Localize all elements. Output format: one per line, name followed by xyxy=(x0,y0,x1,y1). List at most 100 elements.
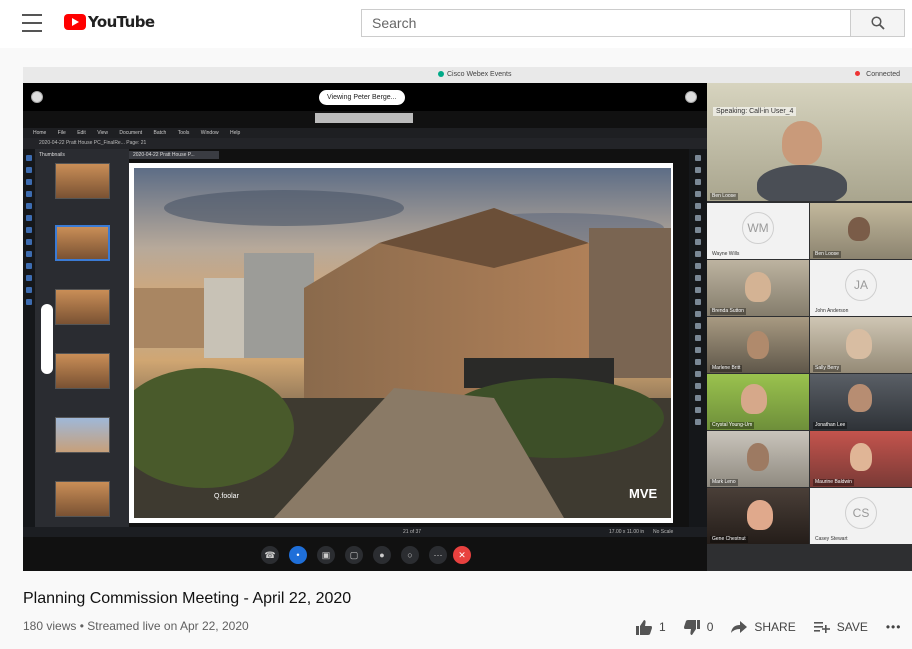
page-thumbnail[interactable] xyxy=(55,163,110,199)
video-player[interactable]: Cisco Webex Events Connected Viewing Pet… xyxy=(23,67,912,571)
speaker-body xyxy=(757,165,847,201)
menu-edit[interactable]: Edit xyxy=(77,128,86,138)
speaking-name: Call-in User_4 xyxy=(749,108,794,115)
more-actions-icon[interactable]: ••• xyxy=(886,620,902,634)
page-thumbnail[interactable] xyxy=(55,417,110,453)
settings-icon[interactable] xyxy=(31,91,43,103)
page-thumbnail[interactable] xyxy=(55,481,110,517)
fullscreen-icon[interactable] xyxy=(685,91,697,103)
menu-file[interactable]: File xyxy=(58,128,66,138)
leave-meeting-icon[interactable]: ✕ xyxy=(453,546,471,564)
zoom-pill[interactable] xyxy=(41,304,53,374)
video-actions: 1 0 SHARE SAVE ••• xyxy=(636,618,901,636)
share-toolbar: Viewing Peter Berge... xyxy=(23,83,707,111)
like-button[interactable]: 1 xyxy=(636,619,666,635)
participant-tile[interactable]: Mark Leno xyxy=(707,431,809,487)
menu-batch[interactable]: Batch xyxy=(154,128,167,138)
more-options-icon[interactable]: ⋯ xyxy=(429,546,447,564)
search-input[interactable]: Search xyxy=(361,9,851,37)
search-button[interactable] xyxy=(851,9,905,37)
participant-name: Ben Loose xyxy=(813,251,841,258)
youtube-header: YouTube Search xyxy=(0,0,912,48)
meeting-controls: ☎ • ▣ ▢ ● ○ ⋯ ✕ xyxy=(23,537,707,571)
participant-tile[interactable]: JA John Anderson xyxy=(810,260,912,316)
page-thumbnail-selected[interactable] xyxy=(55,225,110,261)
participant-name: Crystal Young-Um xyxy=(710,422,755,429)
dislike-count: 0 xyxy=(706,620,714,634)
building-rendering-image xyxy=(134,168,671,518)
right-toolbar xyxy=(689,149,707,527)
speaker-face xyxy=(782,121,822,165)
logo-text: YouTube xyxy=(88,13,155,31)
share-screen-icon[interactable]: ▢ xyxy=(345,546,363,564)
app-menubar: Home File Edit View Document Batch Tools… xyxy=(23,128,707,138)
webex-titlebar: Cisco Webex Events Connected xyxy=(23,67,912,83)
participant-tile[interactable]: Brenda Sutton xyxy=(707,260,809,316)
search-icon xyxy=(870,16,885,30)
participant-tile[interactable]: Jonathan Lee xyxy=(810,374,912,430)
document-path: 2020-04-22 Pratt House PC_FinalRe... Pag… xyxy=(23,138,707,149)
viewing-pill[interactable]: Viewing Peter Berge... xyxy=(319,90,405,105)
participant-name: Mark Leno xyxy=(710,479,738,486)
participant-tile[interactable]: WM Wayne Wills xyxy=(707,203,809,259)
video-icon[interactable]: ▣ xyxy=(317,546,335,564)
dislike-button[interactable]: 0 xyxy=(683,619,714,635)
participant-initials: CS xyxy=(845,497,877,530)
presenter-banner xyxy=(315,113,413,123)
participant-name: Casey Stewart xyxy=(815,536,848,542)
audio-icon[interactable]: • xyxy=(289,546,307,564)
document-tab[interactable]: 2020-04-22 Pratt House P... xyxy=(129,151,219,159)
participant-tile[interactable]: Sally Berry xyxy=(810,317,912,373)
participant-tile[interactable]: Marlene Britt xyxy=(707,317,809,373)
chat-icon[interactable]: ○ xyxy=(401,546,419,564)
menu-home[interactable]: Home xyxy=(33,128,46,138)
page-thumbnail[interactable] xyxy=(55,353,110,389)
participant-name: Maurine Baldwin xyxy=(813,479,854,486)
render-credit: Q.foolar xyxy=(214,493,239,500)
connection-status: Connected xyxy=(866,71,900,78)
left-toolbar xyxy=(23,149,35,527)
save-label: SAVE xyxy=(836,620,868,634)
participant-grid: Speaking: Call-in User_4 Ben Loose WM Wa… xyxy=(707,83,912,571)
page-number[interactable]: 21 of 37 xyxy=(403,529,421,535)
page-thumbnail[interactable] xyxy=(55,289,110,325)
participant-tile[interactable]: Crystal Young-Um xyxy=(707,374,809,430)
recording-dot-icon xyxy=(855,71,861,76)
participant-name: John Anderson xyxy=(815,308,849,314)
participant-name: Ben Loose xyxy=(710,193,738,200)
menu-tools[interactable]: Tools xyxy=(178,128,190,138)
participant-tile[interactable]: Gene Chestnut xyxy=(707,488,809,544)
participants-icon[interactable]: ● xyxy=(373,546,391,564)
menu-help[interactable]: Help xyxy=(230,128,240,138)
participant-tile[interactable]: Maurine Baldwin xyxy=(810,431,912,487)
thumbnails-panel: Thumbnails xyxy=(35,149,129,527)
participant-name: Wayne Wills xyxy=(712,251,740,257)
menu-icon[interactable] xyxy=(22,14,42,32)
menu-document[interactable]: Document xyxy=(119,128,142,138)
share-arrow-icon xyxy=(731,621,748,633)
speaking-label: Speaking: xyxy=(716,108,748,115)
menu-view[interactable]: View xyxy=(97,128,108,138)
video-title: Planning Commission Meeting - April 22, … xyxy=(23,590,352,607)
render-brand-logo: MVE xyxy=(629,486,658,501)
participant-initials: WM xyxy=(742,212,774,245)
thumbs-up-icon xyxy=(636,619,652,635)
participant-tile[interactable]: Ben Loose xyxy=(810,203,912,259)
youtube-play-icon xyxy=(64,14,86,30)
participant-name: Jonathan Lee xyxy=(813,422,848,429)
thumbs-down-icon xyxy=(683,619,700,635)
phone-icon[interactable]: ☎ xyxy=(261,546,279,564)
participant-tile[interactable]: CS Casey Stewart xyxy=(810,488,912,544)
menu-window[interactable]: Window xyxy=(201,128,219,138)
playlist-add-icon xyxy=(813,622,830,633)
document-statusbar: 21 of 37 17.00 x 11.00 in No Scale xyxy=(23,527,707,537)
thumbnails-label: Thumbnails xyxy=(39,152,65,158)
participant-initials: JA xyxy=(845,269,877,302)
youtube-logo[interactable]: YouTube xyxy=(64,13,155,31)
save-button[interactable]: SAVE xyxy=(813,620,868,634)
participant-name: Marlene Britt xyxy=(710,365,743,372)
active-speaker-tile: Speaking: Call-in User_4 Ben Loose xyxy=(707,83,912,201)
document-page: MVE Q.foolar xyxy=(129,163,673,523)
participant-name: Sally Berry xyxy=(813,365,842,372)
share-button[interactable]: SHARE xyxy=(731,620,796,634)
